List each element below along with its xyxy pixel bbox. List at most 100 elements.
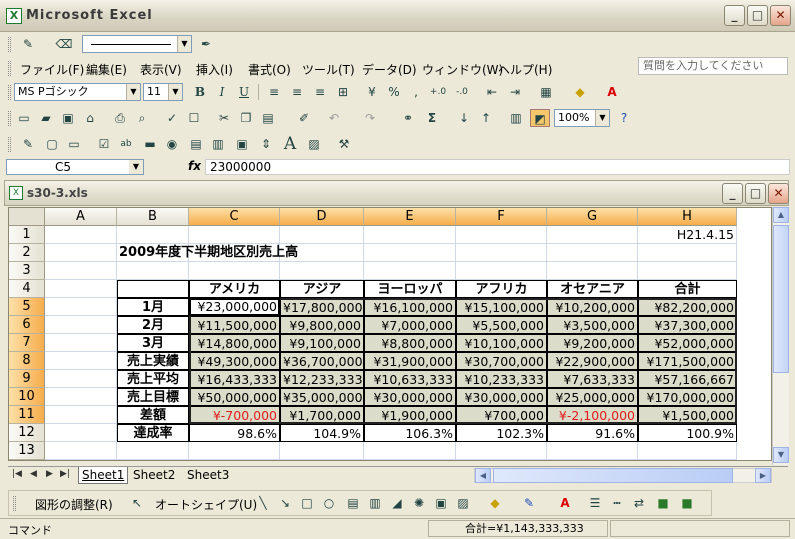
row-header-7[interactable]: 7 [9,334,45,352]
column-header-h[interactable]: H [638,208,737,226]
redo-icon[interactable]: ↷ [360,109,380,127]
line-icon[interactable]: ╲ [253,494,273,512]
row-label[interactable]: 売上平均 [117,370,189,388]
eraser-icon[interactable]: ⌫ [54,35,74,53]
option-button-icon[interactable]: ◉ [162,135,182,153]
research-icon[interactable]: ☐ [184,109,204,127]
workbook-minimize-button[interactable]: _ [722,183,743,204]
permission-icon[interactable]: ⌂ [80,109,100,127]
cell[interactable] [117,226,189,244]
row-header-1[interactable]: 1 [9,226,45,244]
cell[interactable] [45,442,117,460]
chart-edit-icon[interactable]: ✎ [18,135,38,153]
value-cell[interactable]: ¥16,100,000 [364,298,456,316]
value-cell[interactable]: ¥-700,000 [189,406,280,424]
close-button[interactable]: ✕ [770,5,791,26]
cell-b2-title[interactable]: 2009年度下半期地区別売上高 [117,244,357,262]
menu-grip[interactable] [8,61,11,76]
value-cell[interactable]: ¥1,700,000 [280,406,364,424]
value-cell[interactable]: ¥49,300,000 [189,352,280,370]
cell[interactable] [638,244,737,262]
value-cell[interactable]: ¥14,800,000 [189,334,280,352]
label-button[interactable]: A [280,135,300,153]
cell[interactable] [364,244,456,262]
cell[interactable] [456,442,547,460]
cell[interactable] [638,262,737,280]
cell[interactable] [45,424,117,442]
column-header-f[interactable]: F [456,208,547,226]
row-header-10[interactable]: 10 [9,388,45,406]
value-cell[interactable]: ¥35,000,000 [280,388,364,406]
row-header-11[interactable]: 11 [9,406,45,424]
value-cell[interactable]: ¥17,800,000 [280,298,364,316]
cell[interactable] [45,226,117,244]
format-painter-icon[interactable]: ✐ [294,109,314,127]
rate-cell[interactable]: 104.9% [280,424,364,442]
draw-fill-color-icon[interactable]: ◆ [485,494,505,512]
pen-color-icon[interactable]: ✒ [196,35,216,53]
line-style-select[interactable]: ▼ [82,35,192,53]
cell[interactable] [189,226,280,244]
scroll-left-icon[interactable]: ◀ [475,468,491,483]
toolbar-grip[interactable] [8,37,11,52]
autoshapes-menu[interactable]: オートシェイプ(U) [155,496,257,513]
oval-icon[interactable]: ○ [319,494,339,512]
column-header-d[interactable]: D [280,208,364,226]
cell[interactable] [45,352,117,370]
cell-h1-date[interactable]: H21.4.15 [638,226,737,244]
value-cell[interactable]: ¥57,166,667 [638,370,737,388]
print-icon[interactable]: ⎙ [110,109,130,127]
region-header[interactable]: アフリカ [456,280,547,298]
menu-edit[interactable]: 編集(E) [86,61,127,78]
value-cell[interactable]: ¥36,700,000 [280,352,364,370]
arrow-style-icon[interactable]: ⇄ [629,494,649,512]
row-header-12[interactable]: 12 [9,424,45,442]
picture-icon[interactable]: ▨ [453,494,473,512]
rate-cell[interactable]: 102.3% [456,424,547,442]
currency-icon[interactable]: ¥ [362,83,382,101]
textbox-icon[interactable]: ▤ [343,494,363,512]
column-header-b[interactable]: B [117,208,189,226]
font-color-icon[interactable]: A [602,83,622,101]
cell[interactable] [45,316,117,334]
minimize-button[interactable]: _ [724,5,745,26]
row-header-6[interactable]: 6 [9,316,45,334]
row-label[interactable]: 2月 [117,316,189,334]
sort-asc-icon[interactable]: ↓ [454,109,474,127]
comma-button[interactable]: , [406,83,426,101]
value-cell[interactable]: ¥9,100,000 [280,334,364,352]
merge-center-icon[interactable]: ⊞ [333,83,353,101]
cell-b4-blank[interactable] [117,280,189,298]
workbook-maximize-button[interactable]: □ [745,183,766,204]
fill-color-icon[interactable]: ◆ [570,83,590,101]
italic-button[interactable]: I [212,83,232,101]
region-header[interactable]: 合計 [638,280,737,298]
value-cell[interactable]: ¥30,000,000 [364,388,456,406]
cell[interactable] [45,280,117,298]
value-cell[interactable]: ¥12,233,333 [280,370,364,388]
spinner-icon[interactable]: ▣ [232,135,252,153]
forms-grip[interactable] [8,137,11,152]
value-cell[interactable]: ¥-2,100,000 [547,406,638,424]
column-header-a[interactable]: A [45,208,117,226]
value-cell[interactable]: ¥170,000,000 [638,388,737,406]
cell[interactable] [280,442,364,460]
formula-input[interactable]: 23000000 [205,159,790,175]
select-objects-icon[interactable]: ↖ [127,494,147,512]
tab-sheet3[interactable]: Sheet3 [184,467,232,484]
menu-format[interactable]: 書式(O) [248,61,291,78]
menu-insert[interactable]: 挿入(I) [196,61,233,78]
first-sheet-icon[interactable]: |◀ [12,469,22,479]
value-cell[interactable]: ¥10,100,000 [456,334,547,352]
value-cell[interactable]: ¥11,500,000 [189,316,280,334]
dash-style-icon[interactable]: ┅ [607,494,627,512]
value-cell[interactable]: ¥16,433,333 [189,370,280,388]
cell[interactable] [280,262,364,280]
checkbox-icon[interactable]: ☑ [94,135,114,153]
value-cell[interactable]: ¥30,700,000 [456,352,547,370]
value-cell[interactable]: ¥15,100,000 [456,298,547,316]
menu-data[interactable]: データ(D) [362,61,417,78]
column-header-c[interactable]: C [189,208,280,226]
bold-button[interactable]: B [190,83,210,101]
insert-function-icon[interactable]: fx [188,159,201,173]
